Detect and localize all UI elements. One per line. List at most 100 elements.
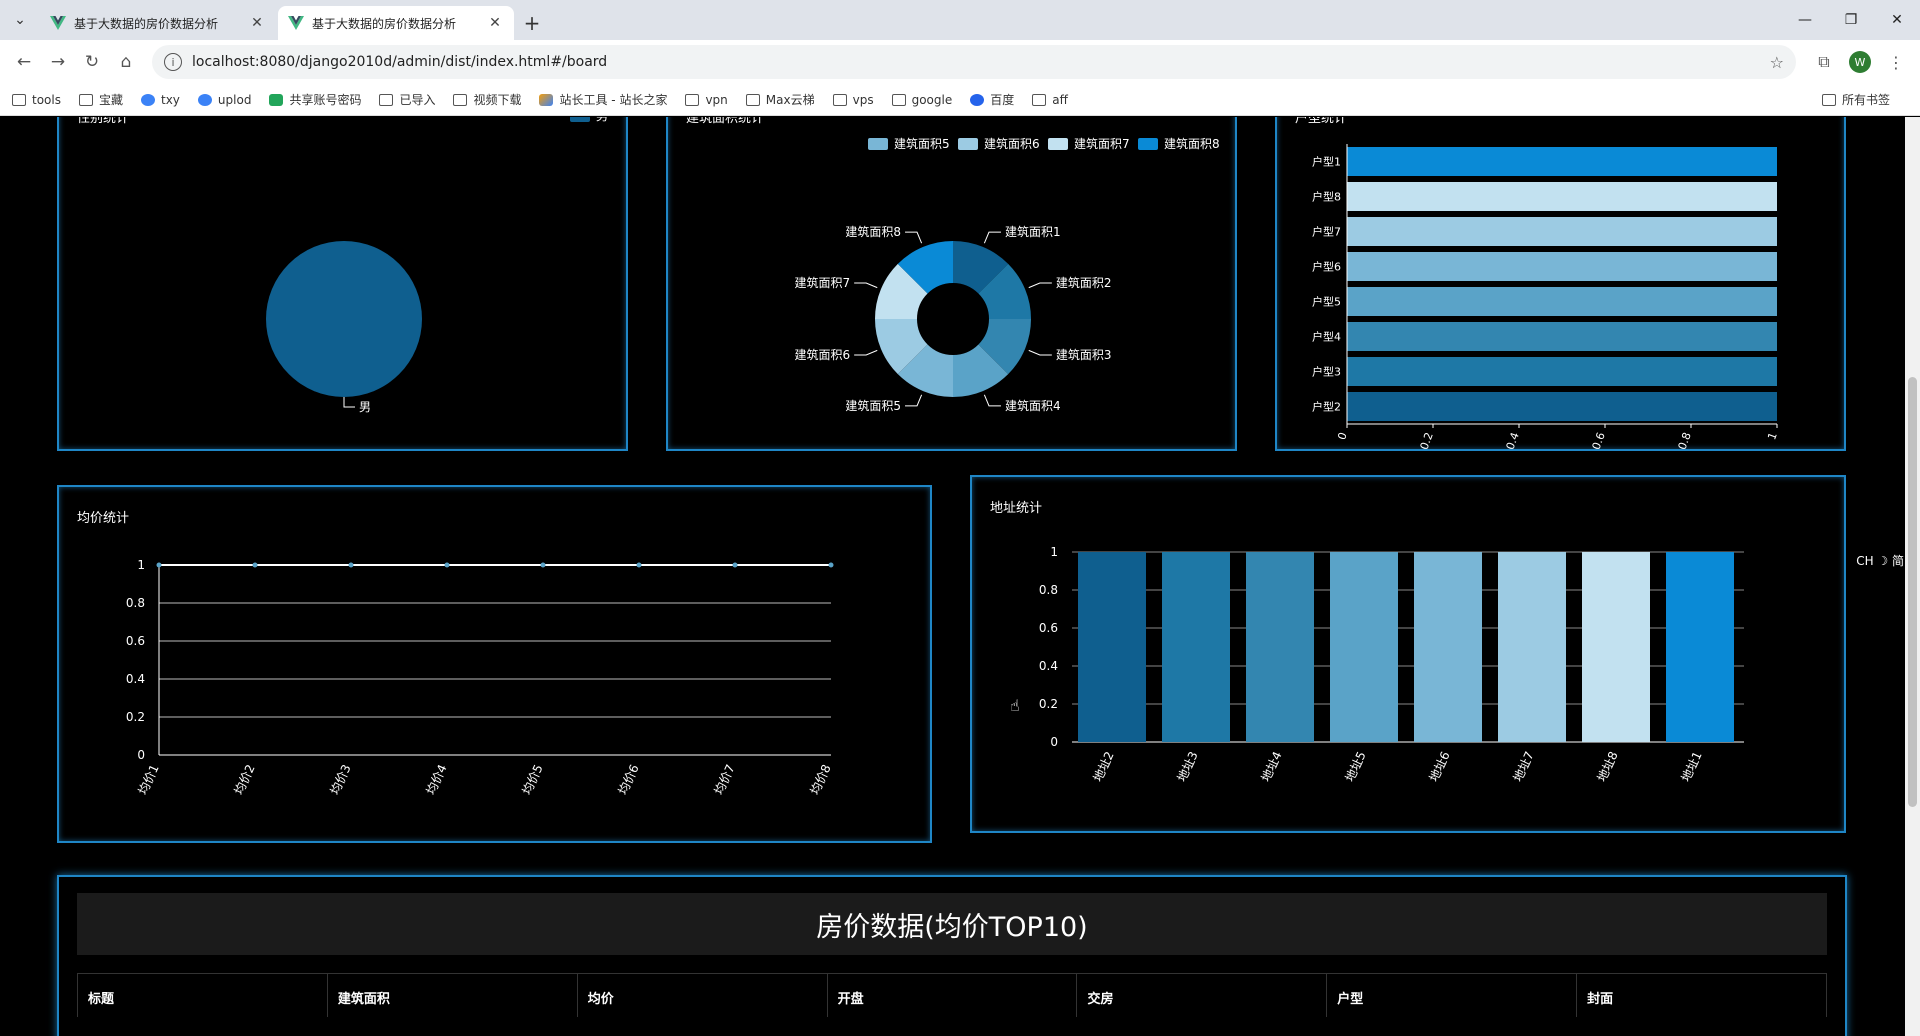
browser-toolbar: ← → ↻ ⌂ i localhost:8080/django2010d/adm…: [0, 40, 1920, 84]
folder-icon: [12, 93, 26, 106]
chinaz-icon: [539, 93, 554, 106]
folder-icon: [832, 93, 847, 106]
bar[interactable]: [1414, 552, 1482, 742]
bookmark-txy[interactable]: txy: [141, 93, 180, 107]
page-scrollbar[interactable]: [1905, 117, 1920, 1036]
y-tick-label: 户型3: [1312, 365, 1341, 379]
column-header[interactable]: 封面: [1577, 974, 1828, 1017]
forward-icon[interactable]: →: [42, 46, 74, 78]
address-bar[interactable]: i localhost:8080/django2010d/admin/dist/…: [152, 45, 1796, 79]
donut-label-line: [1028, 282, 1052, 289]
bookmarks-bar: tools 宝藏 txy uplod 共享账号密码 已导入 视频下载 站长工具 …: [0, 84, 1920, 116]
bookmark-google[interactable]: google: [891, 93, 952, 107]
window-controls: — ❐ ✕: [1782, 0, 1920, 40]
column-header[interactable]: 户型: [1327, 974, 1578, 1017]
ime-indicator[interactable]: CH ☽ 简: [1856, 552, 1904, 569]
close-window-icon[interactable]: ✕: [1874, 0, 1920, 40]
bar[interactable]: [1246, 552, 1314, 742]
huxing-bar-chart: 户型1 户型8 户型7 户型6 户型5 户型4 户型3 户型2 0 0.2 0.4 0.6 0.8 1: [1312, 144, 1780, 451]
data-point[interactable]: [540, 562, 546, 568]
column-header[interactable]: 建筑面积: [328, 974, 578, 1017]
browser-tab-2[interactable]: 基于大数据的房价数据分析 ✕: [278, 6, 514, 40]
minimize-icon[interactable]: —: [1782, 0, 1828, 40]
baidu-icon: [970, 93, 985, 106]
bar[interactable]: [1078, 552, 1146, 742]
y-tick-label: 0.2: [126, 710, 145, 724]
reload-icon[interactable]: ↻: [76, 46, 108, 78]
extensions-icon[interactable]: ⧉: [1808, 46, 1840, 78]
back-icon[interactable]: ←: [8, 46, 40, 78]
bookmark-uplod[interactable]: uplod: [197, 93, 251, 107]
bookmark-video-download[interactable]: 视频下载: [453, 91, 521, 108]
bookmark-vpn[interactable]: vpn: [685, 93, 728, 107]
data-point[interactable]: [732, 562, 738, 568]
y-tick-label: 0: [137, 748, 145, 762]
new-tab-button[interactable]: +: [516, 6, 548, 40]
bookmark-shared-accounts[interactable]: 共享账号密码: [269, 91, 361, 108]
scrollbar-thumb[interactable]: [1908, 377, 1917, 807]
donut-label: 建筑面积5: [845, 398, 901, 413]
bar[interactable]: [1162, 552, 1230, 742]
y-tick-label: 0: [1050, 735, 1058, 749]
data-point[interactable]: [444, 562, 450, 568]
menu-icon[interactable]: ⋮: [1880, 46, 1912, 78]
data-point[interactable]: [156, 562, 162, 568]
home-icon[interactable]: ⌂: [110, 46, 142, 78]
y-tick-label: 户型1: [1312, 155, 1341, 169]
profile-button[interactable]: W: [1844, 46, 1876, 78]
vue-favicon-icon: [50, 16, 66, 30]
dashboard-board: 性别统计 男 男 建筑面积统计 建筑面积1建筑面积2建筑面积3建筑面积4建筑面积…: [0, 117, 1905, 1036]
bar[interactable]: [1498, 552, 1566, 742]
y-tick-label: 0.8: [126, 596, 145, 610]
bookmark-imported[interactable]: 已导入: [379, 91, 435, 108]
column-header[interactable]: 标题: [77, 974, 328, 1017]
y-tick-label: 0.6: [126, 634, 145, 648]
vue-favicon-icon: [288, 16, 304, 30]
sheet-icon: [269, 93, 284, 106]
bar[interactable]: [1347, 322, 1777, 351]
x-tick-label: 地址3: [1175, 749, 1201, 784]
donut-label-line: [854, 349, 878, 356]
tab-close-icon[interactable]: ✕: [486, 15, 504, 31]
tab-close-icon[interactable]: ✕: [248, 15, 266, 31]
column-header[interactable]: 交房: [1077, 974, 1328, 1017]
restore-icon[interactable]: ❐: [1828, 0, 1874, 40]
column-header[interactable]: 均价: [578, 974, 828, 1017]
site-info-icon[interactable]: i: [164, 53, 182, 71]
y-tick-label: 1: [1050, 545, 1058, 559]
bar[interactable]: [1347, 392, 1777, 421]
bar[interactable]: [1582, 552, 1650, 742]
bookmark-chinaz[interactable]: 站长工具 - 站长之家: [539, 91, 667, 108]
tab-search-icon[interactable]: ⌄: [0, 0, 40, 40]
bookmark-aff[interactable]: aff: [1032, 93, 1068, 107]
data-point[interactable]: [252, 562, 258, 568]
bookmark-baidu[interactable]: 百度: [970, 91, 1014, 108]
bar[interactable]: [1347, 252, 1777, 281]
bookmark-tools[interactable]: tools: [12, 93, 61, 107]
bar[interactable]: [1347, 217, 1777, 246]
bar[interactable]: [1347, 287, 1777, 316]
column-header[interactable]: 开盘: [828, 974, 1078, 1017]
donut-label: 建筑面积4: [1005, 398, 1061, 413]
bar[interactable]: [1347, 182, 1777, 211]
bar[interactable]: [1347, 357, 1777, 386]
bookmark-baozang[interactable]: 宝藏: [78, 91, 123, 108]
donut-label: 建筑面积6: [795, 347, 851, 362]
bookmark-max[interactable]: Max云梯: [745, 91, 815, 108]
browser-tab-1[interactable]: 基于大数据的房价数据分析 ✕: [40, 6, 276, 40]
bar[interactable]: [1666, 552, 1734, 742]
folder-icon: [745, 93, 760, 106]
donut-label-line: [1028, 349, 1052, 356]
data-point[interactable]: [636, 562, 642, 568]
y-tick-label: 0.4: [126, 672, 145, 686]
bar[interactable]: [1347, 147, 1777, 176]
donut-label-line: [983, 394, 1001, 407]
bookmark-all[interactable]: 所有书签: [1821, 91, 1890, 108]
pie-slice-male[interactable]: [266, 241, 422, 397]
bookmark-star-icon[interactable]: ☆: [1770, 53, 1784, 72]
data-point[interactable]: [828, 562, 834, 568]
folder-icon: [685, 93, 700, 106]
data-point[interactable]: [348, 562, 354, 568]
bookmark-vps[interactable]: vps: [832, 93, 874, 107]
bar[interactable]: [1330, 552, 1398, 742]
